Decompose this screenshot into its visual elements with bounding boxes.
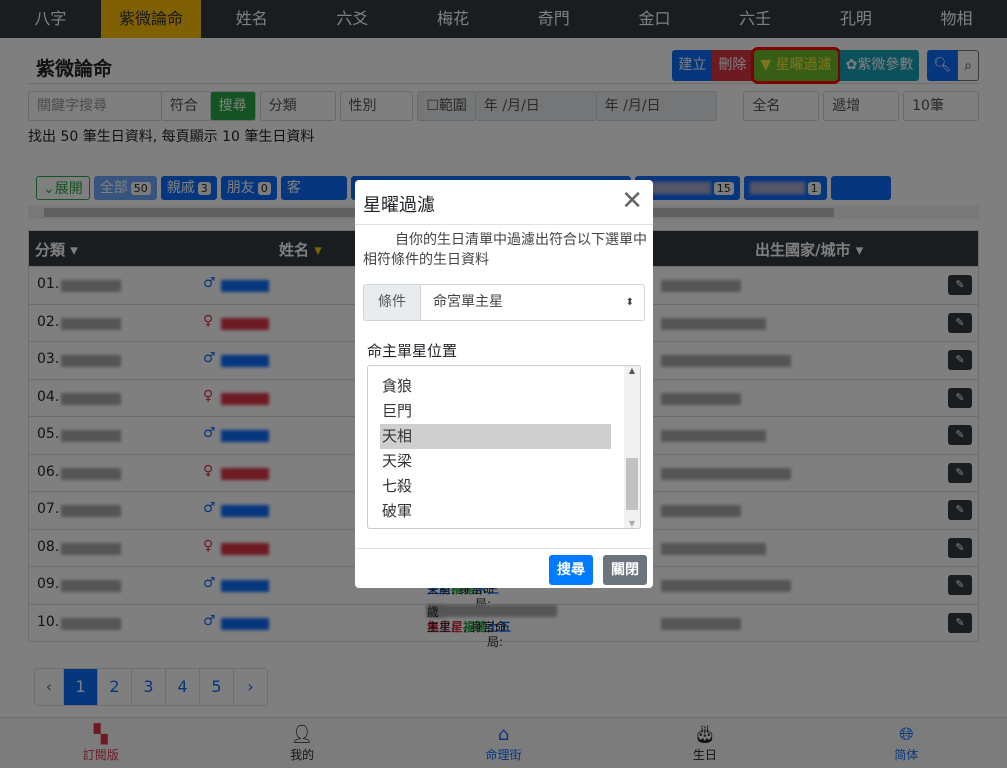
close-icon[interactable]: ✕ (621, 186, 643, 216)
modal-title: 星曜過濾 (363, 195, 435, 216)
condition-label: 條件 (364, 285, 421, 320)
modal-description: 自你的生日清單中過濾出符合以下選單中相符條件的生日資料 (363, 232, 647, 268)
star-option[interactable]: 破軍 (368, 499, 611, 524)
modal-close-button[interactable]: 關閉 (603, 555, 647, 585)
star-option[interactable]: 巨門 (368, 399, 611, 424)
star-option[interactable]: 七殺 (368, 474, 611, 499)
star-listbox[interactable]: 貪狼 巨門 天相 天梁 七殺 破軍 ▲ ▼ (367, 365, 641, 529)
star-option[interactable]: 天相 (380, 424, 611, 449)
condition-select[interactable]: 條件 命宮單主星 ⬍ (363, 284, 645, 321)
select-arrows-icon: ⬍ (625, 297, 634, 308)
star-option[interactable]: 貪狼 (368, 374, 611, 399)
star-filter-modal: 星曜過濾 ✕ 自你的生日清單中過濾出符合以下選單中相符條件的生日資料 條件 命宮… (355, 180, 653, 588)
listbox-scrollbar[interactable]: ▲ ▼ (624, 366, 640, 528)
star-list-label: 命主單星位置 (367, 342, 458, 360)
star-option[interactable]: 天梁 (368, 449, 611, 474)
modal-search-button[interactable]: 搜尋 (549, 555, 593, 585)
